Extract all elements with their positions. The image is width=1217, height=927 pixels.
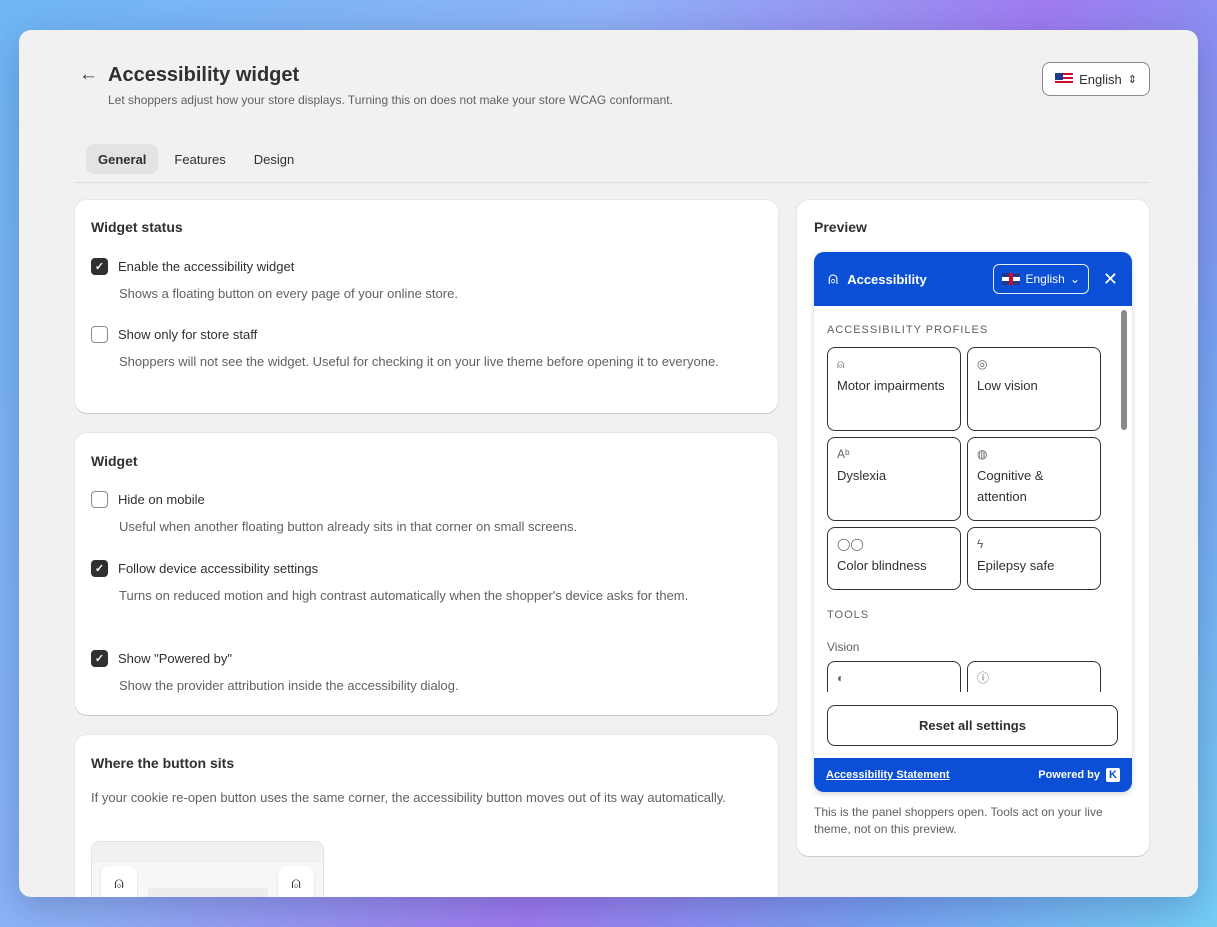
tab-features[interactable]: Features	[162, 144, 237, 174]
panel-title: Accessibility	[847, 271, 927, 287]
hide-mobile-checkbox[interactable]	[91, 491, 108, 508]
chevron-down-icon: ⌄	[1069, 272, 1080, 286]
powered-by: Powered by K	[1038, 768, 1120, 782]
profile-cognitive-attention[interactable]: ◍ Cognitive & attention	[967, 437, 1101, 521]
placement-card: Where the button sits If your cookie re-…	[75, 735, 778, 897]
preview-content	[148, 888, 268, 897]
accessibility-icon: ⍝	[828, 269, 839, 288]
preview-browser-bar	[92, 842, 323, 862]
panel-footer: Accessibility Statement Powered by K	[814, 758, 1132, 792]
text-icon: Aᵇ	[837, 447, 850, 461]
brain-icon: ◍	[977, 447, 988, 461]
eye-icon: ◎	[977, 357, 988, 371]
widget-card: Widget Hide on mobile Useful when anothe…	[75, 433, 778, 715]
option-hide-mobile: Hide on mobile Useful when another float…	[91, 491, 748, 537]
app-window: ← Accessibility widget Let shoppers adju…	[19, 30, 1198, 897]
panel-scrollbar[interactable]	[1121, 310, 1127, 430]
staff-only-checkbox[interactable]	[91, 326, 108, 343]
option-description: Shows a floating button on every page of…	[119, 286, 458, 301]
accessibility-icon[interactable]: ⍝	[278, 866, 314, 897]
option-label: Show only for store staff	[118, 327, 258, 342]
profile-epilepsy-safe[interactable]: ϟ Epilepsy safe	[967, 527, 1101, 590]
tab-general[interactable]: General	[86, 144, 159, 174]
option-description: Shoppers will not see the widget. Useful…	[119, 354, 719, 369]
profile-low-vision[interactable]: ◎ Low vision	[967, 347, 1101, 431]
panel-language-label: English	[1025, 272, 1065, 286]
option-staff-only: Show only for store staff Shoppers will …	[91, 326, 748, 372]
page-subtitle: Let shoppers adjust how your store displ…	[108, 93, 673, 107]
preview-card: Preview ⍝ Accessibility English ⌄ ✕ ACCE…	[797, 200, 1149, 856]
profile-label: Epilepsy safe	[977, 558, 1055, 573]
option-label: Show "Powered by"	[118, 651, 233, 666]
enable-widget-checkbox[interactable]: ✓	[91, 258, 108, 275]
info-icon: ⓘ	[977, 671, 990, 685]
tab-design[interactable]: Design	[242, 144, 306, 174]
contrast-icon: ◐	[837, 671, 845, 685]
option-description: Turns on reduced motion and high contras…	[119, 588, 689, 603]
tabs-divider	[74, 182, 1150, 183]
card-title: Widget status	[91, 219, 183, 235]
follow-device-checkbox[interactable]: ✓	[91, 560, 108, 577]
profile-label: Motor impairments	[837, 378, 945, 393]
circles-icon: ◯◯	[837, 537, 864, 551]
widget-status-card: Widget status ✓ Enable the accessibility…	[75, 200, 778, 413]
profile-color-blindness[interactable]: ◯◯ Color blindness	[827, 527, 961, 590]
chevron-updown-icon: ⇕	[1127, 73, 1137, 86]
profile-dyslexia[interactable]: Aᵇ Dyslexia	[827, 437, 961, 521]
provider-logo-icon: K	[1106, 768, 1120, 782]
tools-label: TOOLS	[827, 609, 870, 621]
powered-by-label: Powered by	[1038, 769, 1100, 781]
back-arrow-icon[interactable]: ←	[79, 64, 98, 86]
language-select[interactable]: English ⇕	[1042, 62, 1150, 96]
panel-header: ⍝ Accessibility English ⌄ ✕	[814, 252, 1132, 306]
card-title: Where the button sits	[91, 755, 235, 771]
tool-tile[interactable]: ◐	[827, 661, 961, 692]
profiles-label: ACCESSIBILITY PROFILES	[827, 324, 989, 336]
profile-label: Cognitive & attention	[977, 468, 1044, 504]
page-title: Accessibility widget	[108, 64, 300, 86]
powered-by-checkbox[interactable]: ✓	[91, 650, 108, 667]
uk-flag-icon	[1002, 273, 1021, 285]
tool-tile[interactable]: ⓘ	[967, 661, 1101, 692]
option-label: Follow device accessibility settings	[118, 561, 319, 576]
language-select-label: English	[1079, 71, 1122, 87]
placement-preview[interactable]: ⍝ ⍝	[91, 841, 324, 897]
option-follow-device: ✓ Follow device accessibility settings T…	[91, 560, 748, 606]
card-title: Widget	[91, 453, 138, 469]
person-icon: ⍝	[837, 357, 845, 371]
reset-all-settings-button[interactable]: Reset all settings	[827, 705, 1118, 746]
card-title: Preview	[814, 219, 867, 235]
accessibility-icon[interactable]: ⍝	[101, 866, 137, 897]
profile-label: Low vision	[977, 378, 1038, 393]
profile-motor-impairments[interactable]: ⍝ Motor impairments	[827, 347, 961, 431]
preview-note: This is the panel shoppers open. Tools a…	[814, 805, 1103, 836]
placement-description: If your cookie re-open button uses the s…	[91, 790, 726, 805]
panel-language-select[interactable]: English ⌄	[993, 264, 1089, 294]
tab-bar: General Features Design	[86, 144, 306, 174]
option-description: Show the provider attribution inside the…	[119, 678, 459, 693]
close-icon[interactable]: ✕	[1103, 269, 1118, 290]
option-label: Hide on mobile	[118, 492, 205, 507]
option-label: Enable the accessibility widget	[118, 259, 295, 274]
option-enable-widget: ✓ Enable the accessibility widget Shows …	[91, 258, 748, 304]
panel-body[interactable]: ACCESSIBILITY PROFILES ⍝ Motor impairmen…	[814, 306, 1132, 692]
us-flag-icon	[1055, 73, 1074, 85]
option-powered-by: ✓ Show "Powered by" Show the provider at…	[91, 650, 748, 696]
profile-label: Color blindness	[837, 558, 927, 573]
accessibility-statement-link[interactable]: Accessibility Statement	[826, 769, 950, 781]
bolt-icon: ϟ	[977, 537, 984, 551]
profile-label: Dyslexia	[837, 468, 887, 483]
vision-label: Vision	[827, 640, 860, 654]
option-description: Useful when another floating button alre…	[119, 519, 578, 534]
accessibility-panel: ⍝ Accessibility English ⌄ ✕ ACCESSIBILIT…	[814, 252, 1132, 792]
